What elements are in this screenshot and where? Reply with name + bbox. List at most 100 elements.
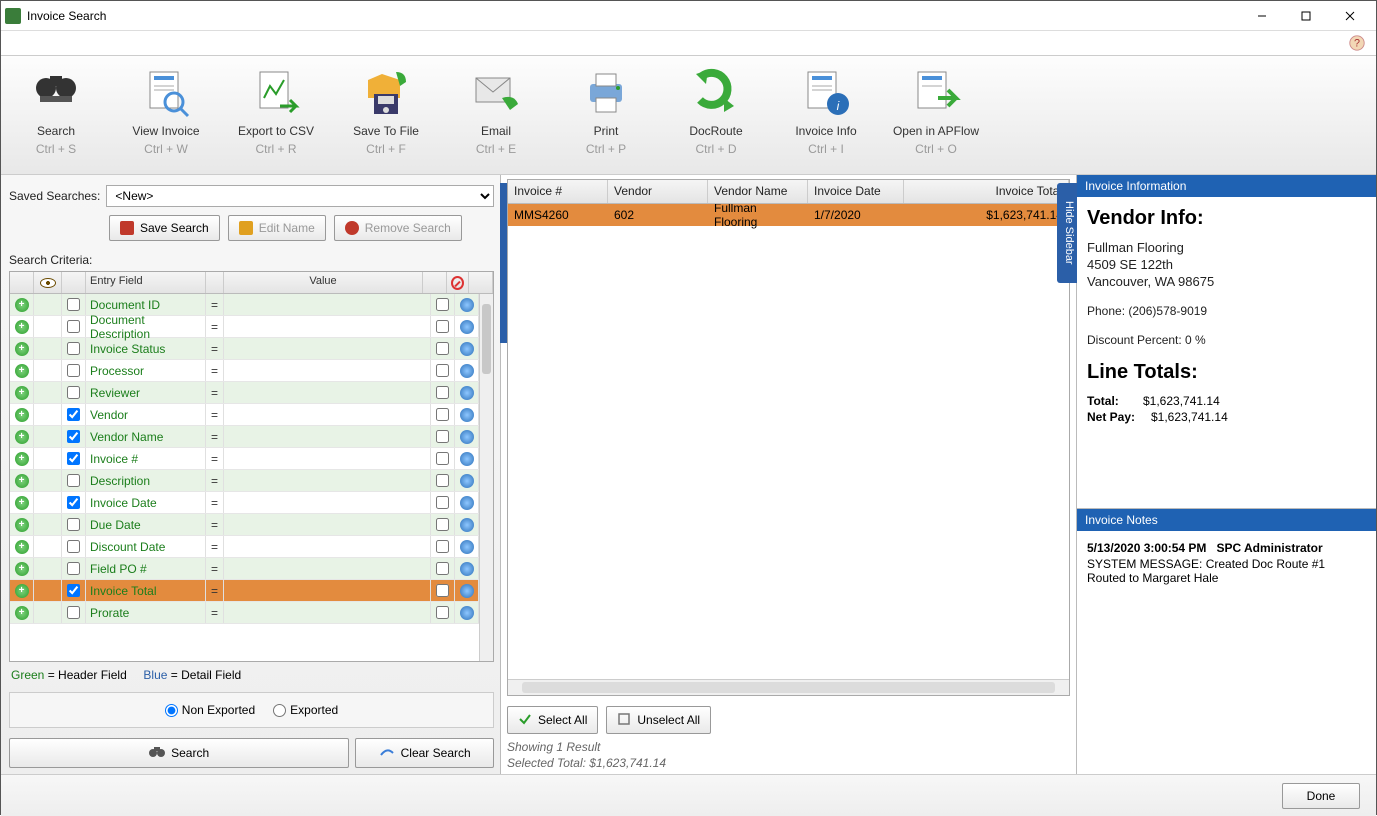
search-button[interactable]: Search: [9, 738, 349, 768]
add-criteria-icon[interactable]: +: [15, 562, 29, 576]
add-criteria-icon[interactable]: +: [15, 540, 29, 554]
criteria-row[interactable]: + Invoice # =: [10, 448, 479, 470]
criteria-checkbox[interactable]: [67, 474, 80, 487]
criteria-value[interactable]: [224, 360, 431, 381]
unselect-all-button[interactable]: Unselect All: [606, 706, 711, 734]
globe-icon[interactable]: [460, 562, 474, 576]
criteria-checkbox2[interactable]: [436, 320, 449, 333]
criteria-checkbox2[interactable]: [436, 452, 449, 465]
criteria-value[interactable]: [224, 294, 431, 315]
add-criteria-icon[interactable]: +: [15, 298, 29, 312]
criteria-row[interactable]: + Document Description =: [10, 316, 479, 338]
globe-icon[interactable]: [460, 496, 474, 510]
criteria-checkbox2[interactable]: [436, 386, 449, 399]
col-vendor-name[interactable]: Vendor Name: [708, 180, 808, 203]
criteria-value[interactable]: [224, 470, 431, 491]
criteria-checkbox[interactable]: [67, 452, 80, 465]
criteria-row[interactable]: + Invoice Total =: [10, 580, 479, 602]
criteria-value[interactable]: [224, 382, 431, 403]
criteria-checkbox[interactable]: [67, 298, 80, 311]
criteria-row[interactable]: + Due Date =: [10, 514, 479, 536]
criteria-row[interactable]: + Vendor =: [10, 404, 479, 426]
criteria-checkbox2[interactable]: [436, 342, 449, 355]
clear-search-button[interactable]: Clear Search: [355, 738, 494, 768]
criteria-checkbox[interactable]: [67, 386, 80, 399]
criteria-checkbox[interactable]: [67, 606, 80, 619]
globe-icon[interactable]: [460, 452, 474, 466]
add-criteria-icon[interactable]: +: [15, 342, 29, 356]
criteria-checkbox[interactable]: [67, 364, 80, 377]
non-exported-radio[interactable]: Non Exported: [165, 703, 255, 717]
done-button[interactable]: Done: [1282, 783, 1360, 809]
criteria-checkbox2[interactable]: [436, 562, 449, 575]
criteria-checkbox2[interactable]: [436, 298, 449, 311]
criteria-scrollbar[interactable]: [479, 294, 493, 661]
close-button[interactable]: [1328, 2, 1372, 30]
remove-search-button[interactable]: Remove Search: [334, 215, 462, 241]
col-vendor[interactable]: Vendor: [608, 180, 708, 203]
globe-icon[interactable]: [460, 430, 474, 444]
minimize-button[interactable]: [1240, 2, 1284, 30]
criteria-row[interactable]: + Invoice Date =: [10, 492, 479, 514]
result-row[interactable]: MMS4260 602 Fullman Flooring 1/7/2020 $1…: [508, 204, 1069, 226]
globe-icon[interactable]: [460, 386, 474, 400]
tool-search[interactable]: Search Ctrl + S: [1, 56, 111, 174]
criteria-row[interactable]: + Invoice Status =: [10, 338, 479, 360]
tool-print[interactable]: Print Ctrl + P: [551, 56, 661, 174]
add-criteria-icon[interactable]: +: [15, 606, 29, 620]
add-criteria-icon[interactable]: +: [15, 584, 29, 598]
criteria-checkbox2[interactable]: [436, 408, 449, 421]
criteria-checkbox[interactable]: [67, 320, 80, 333]
globe-icon[interactable]: [460, 364, 474, 378]
criteria-value[interactable]: [224, 426, 431, 447]
criteria-value[interactable]: [224, 580, 431, 601]
tool-docroute[interactable]: DocRoute Ctrl + D: [661, 56, 771, 174]
criteria-value[interactable]: [224, 404, 431, 425]
col-invoice-total[interactable]: Invoice Total: [904, 180, 1069, 203]
tool-email[interactable]: Email Ctrl + E: [441, 56, 551, 174]
criteria-checkbox2[interactable]: [436, 540, 449, 553]
criteria-checkbox[interactable]: [67, 584, 80, 597]
criteria-checkbox2[interactable]: [436, 474, 449, 487]
globe-icon[interactable]: [460, 518, 474, 532]
globe-icon[interactable]: [460, 474, 474, 488]
criteria-row[interactable]: + Reviewer =: [10, 382, 479, 404]
tool-view-invoice[interactable]: View Invoice Ctrl + W: [111, 56, 221, 174]
criteria-value[interactable]: [224, 536, 431, 557]
add-criteria-icon[interactable]: +: [15, 386, 29, 400]
select-all-button[interactable]: Select All: [507, 706, 598, 734]
criteria-checkbox2[interactable]: [436, 496, 449, 509]
criteria-row[interactable]: + Description =: [10, 470, 479, 492]
globe-icon[interactable]: [460, 342, 474, 356]
tool-save-file[interactable]: Save To File Ctrl + F: [331, 56, 441, 174]
criteria-value[interactable]: [224, 492, 431, 513]
add-criteria-icon[interactable]: +: [15, 364, 29, 378]
criteria-checkbox[interactable]: [67, 430, 80, 443]
globe-icon[interactable]: [460, 584, 474, 598]
criteria-value[interactable]: [224, 338, 431, 359]
criteria-checkbox[interactable]: [67, 518, 80, 531]
col-invoice-date[interactable]: Invoice Date: [808, 180, 904, 203]
criteria-value[interactable]: [224, 514, 431, 535]
globe-icon[interactable]: [460, 298, 474, 312]
criteria-checkbox2[interactable]: [436, 430, 449, 443]
globe-icon[interactable]: [460, 606, 474, 620]
criteria-value[interactable]: [224, 602, 431, 623]
exported-radio[interactable]: Exported: [273, 703, 338, 717]
saved-searches-select[interactable]: <New>: [106, 185, 494, 207]
criteria-row[interactable]: + Processor =: [10, 360, 479, 382]
criteria-checkbox[interactable]: [67, 496, 80, 509]
criteria-checkbox2[interactable]: [436, 518, 449, 531]
add-criteria-icon[interactable]: +: [15, 408, 29, 422]
criteria-checkbox[interactable]: [67, 342, 80, 355]
criteria-row[interactable]: + Vendor Name =: [10, 426, 479, 448]
help-icon[interactable]: ?: [1348, 34, 1366, 52]
criteria-checkbox[interactable]: [67, 562, 80, 575]
criteria-checkbox2[interactable]: [436, 584, 449, 597]
criteria-checkbox2[interactable]: [436, 606, 449, 619]
criteria-checkbox[interactable]: [67, 540, 80, 553]
tool-open-apflow[interactable]: Open in APFlow Ctrl + O: [881, 56, 991, 174]
criteria-checkbox[interactable]: [67, 408, 80, 421]
results-hscrollbar[interactable]: [508, 679, 1069, 695]
globe-icon[interactable]: [460, 408, 474, 422]
